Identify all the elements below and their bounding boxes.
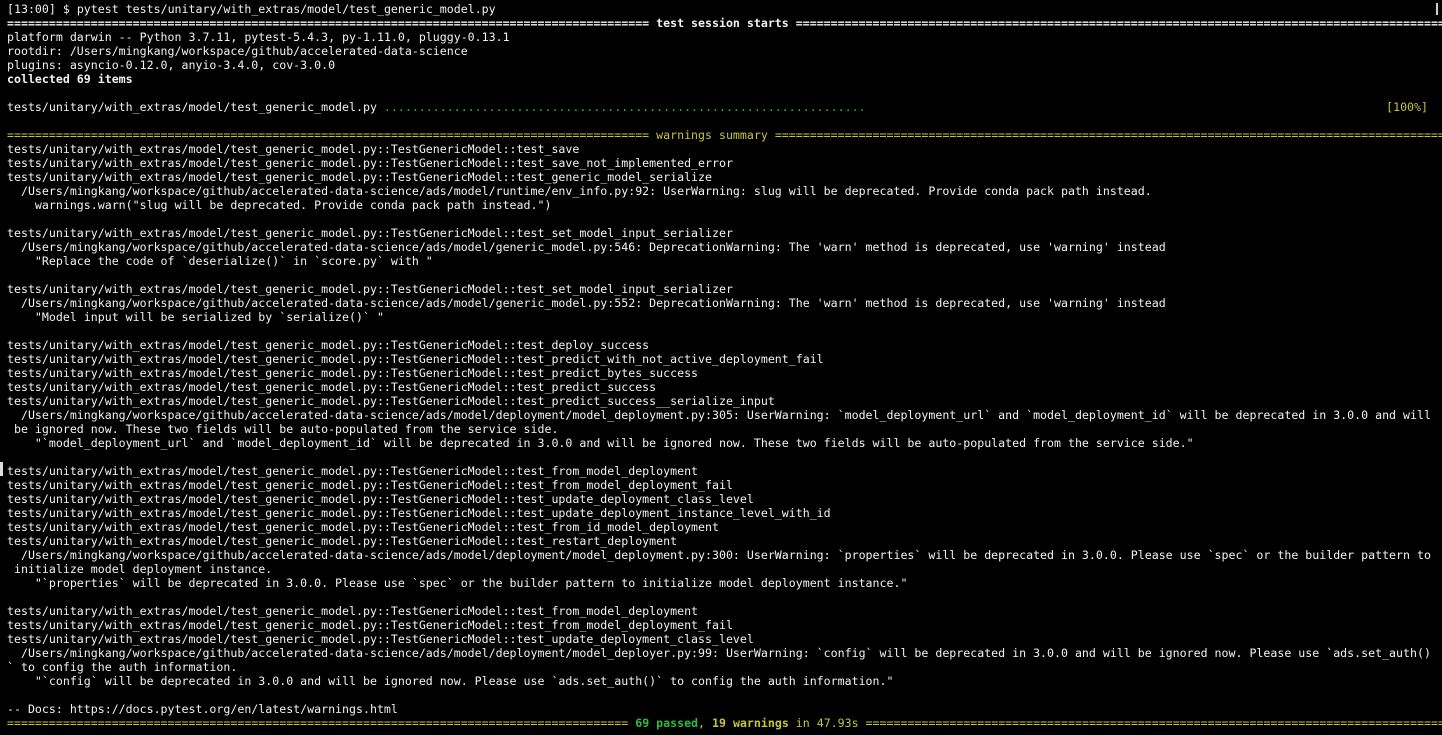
test-id-line: tests/unitary/with_extras/model/test_gen…: [7, 380, 657, 394]
summary-comma: ,: [698, 716, 713, 730]
test-id-line: tests/unitary/with_extras/model/test_gen…: [7, 478, 733, 492]
test-file: tests/unitary/with_extras/model/test_gen…: [7, 100, 384, 114]
warning-message-line: ` to config the auth information.: [7, 660, 238, 674]
session-title: test session starts: [649, 16, 796, 30]
session-header: ========================================…: [7, 16, 1442, 30]
test-id-line: tests/unitary/with_extras/model/test_gen…: [7, 142, 580, 156]
progress-percent: [100%]: [1386, 100, 1428, 114]
warning-message-line: /Users/mingkang/workspace/github/acceler…: [7, 296, 1166, 310]
left-margin-marker: [0, 462, 3, 476]
test-id-line: tests/unitary/with_extras/model/test_gen…: [7, 338, 650, 352]
warnings-title: warnings summary: [649, 128, 775, 142]
rootdir-line: rootdir: /Users/mingkang/workspace/githu…: [7, 44, 468, 58]
warning-message-line: "`properties` will be deprecated in 3.0.…: [7, 576, 908, 590]
duration: in 47.93s: [788, 716, 866, 730]
test-id-line: tests/unitary/with_extras/model/test_gen…: [7, 632, 754, 646]
test-id-line: tests/unitary/with_extras/model/test_gen…: [7, 506, 831, 520]
prompt-command: pytest tests/unitary/with_extras/model/t…: [76, 2, 496, 16]
warning-message-line: /Users/mingkang/workspace/github/acceler…: [7, 240, 1166, 254]
warning-message-line: "Replace the code of `deserialize()` in …: [7, 254, 433, 268]
warnings-count: 19 warnings: [712, 716, 789, 730]
test-id-line: tests/unitary/with_extras/model/test_gen…: [7, 170, 712, 184]
test-id-line: tests/unitary/with_extras/model/test_gen…: [7, 520, 719, 534]
test-id-line: tests/unitary/with_extras/model/test_gen…: [7, 618, 733, 632]
progress-dots: ........................................…: [383, 100, 866, 114]
warning-message-line: /Users/mingkang/workspace/github/acceler…: [7, 184, 1152, 198]
platform-line: platform darwin -- Python 3.7.11, pytest…: [7, 30, 510, 44]
separator: ========================================…: [7, 128, 650, 142]
separator: ========================================…: [774, 128, 1442, 142]
separator: ========================================…: [795, 16, 1442, 30]
test-id-line: tests/unitary/with_extras/model/test_gen…: [7, 352, 824, 366]
collected-line: collected 69 items: [7, 72, 133, 86]
separator: ========================================…: [7, 16, 650, 30]
warning-message-line: /Users/mingkang/workspace/github/acceler…: [7, 548, 1431, 562]
warning-message-line: "Model input will be serialized by `seri…: [7, 310, 384, 324]
separator: ========================================…: [7, 716, 629, 730]
warning-message-line: /Users/mingkang/workspace/github/acceler…: [7, 408, 1431, 422]
plugins-line: plugins: asyncio-0.12.0, anyio-3.4.0, co…: [7, 58, 336, 72]
test-id-line: tests/unitary/with_extras/model/test_gen…: [7, 366, 699, 380]
warning-message-line: "`config` will be deprecated in 3.0.0 an…: [7, 674, 894, 688]
summary-line: ========================================…: [7, 716, 1442, 730]
test-id-line: tests/unitary/with_extras/model/test_gen…: [7, 464, 699, 478]
warning-message-line: /Users/mingkang/workspace/github/acceler…: [7, 646, 1431, 660]
warning-message-line: initialize model deployment instance.: [7, 562, 273, 576]
test-id-line: tests/unitary/with_extras/model/test_gen…: [7, 156, 733, 170]
test-id-line: tests/unitary/with_extras/model/test_gen…: [7, 604, 699, 618]
warnings-header: ========================================…: [7, 128, 1442, 142]
test-run-line: tests/unitary/with_extras/model/test_gen…: [7, 100, 1442, 114]
test-id-line: tests/unitary/with_extras/model/test_gen…: [7, 226, 733, 240]
separator: ========================================…: [865, 716, 1442, 730]
passed-count: 69 passed: [635, 716, 699, 730]
terminal-window[interactable]: [13:00] $ pytest tests/unitary/with_extr…: [0, 0, 1442, 735]
test-id-line: tests/unitary/with_extras/model/test_gen…: [7, 492, 754, 506]
warning-message-line: "`model_deployment_url` and `model_deplo…: [7, 436, 1194, 450]
test-id-line: tests/unitary/with_extras/model/test_gen…: [7, 534, 678, 548]
docs-link[interactable]: -- Docs: https://docs.pytest.org/en/late…: [7, 702, 1442, 716]
prompt-line: [13:00] $ pytest tests/unitary/with_extr…: [7, 2, 496, 16]
prompt-time: [13:00: [7, 2, 49, 16]
warning-message-line: be ignored now. These two fields will be…: [7, 422, 559, 436]
warning-message-line: warnings.warn("slug will be deprecated. …: [7, 198, 552, 212]
prompt-symbol: $: [62, 2, 70, 16]
test-id-line: tests/unitary/with_extras/model/test_gen…: [7, 282, 733, 296]
test-id-line: tests/unitary/with_extras/model/test_gen…: [7, 394, 775, 408]
